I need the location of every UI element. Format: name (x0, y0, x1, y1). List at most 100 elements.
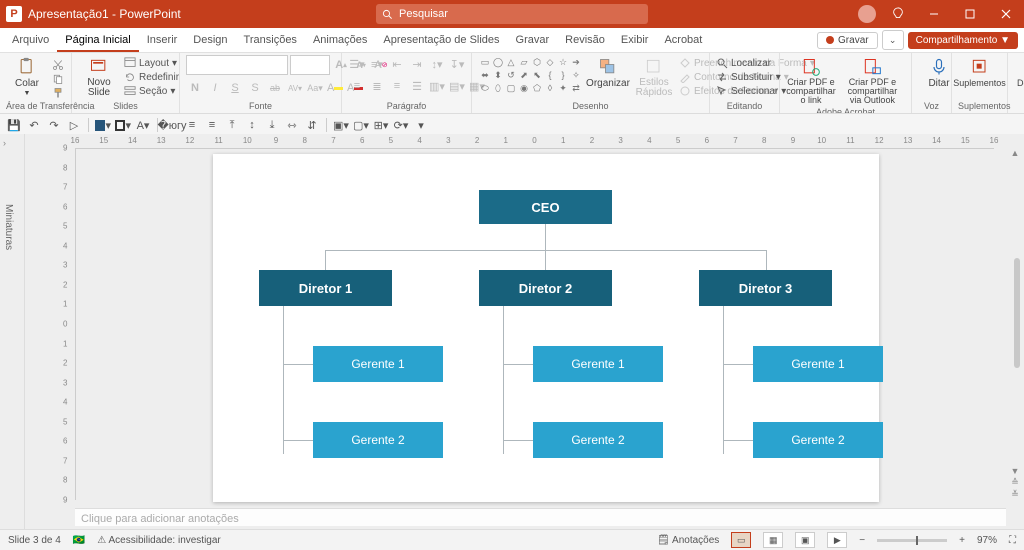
zoom-in-button[interactable]: + (959, 535, 965, 546)
qat-fill[interactable]: ▾ (95, 117, 111, 133)
notes-pane[interactable]: Clique para adicionar anotações (75, 508, 1006, 526)
find-button[interactable]: Localizar (716, 57, 786, 69)
view-sorter-button[interactable]: ▦ (763, 532, 783, 548)
align-text-button[interactable]: ▤▾ (448, 77, 466, 95)
numbering-button[interactable]: ≡▾ (368, 55, 386, 73)
user-avatar[interactable] (858, 5, 876, 23)
columns-button[interactable]: ▥▾ (428, 77, 446, 95)
chevron-right-icon[interactable]: › (3, 138, 6, 148)
fit-window-button[interactable]: ⛶ (1009, 535, 1016, 546)
qat-save[interactable]: 💾 (6, 117, 22, 133)
lang-indicator[interactable]: 🇧🇷 (73, 535, 85, 546)
acrobat-outlook-button[interactable]: Criar PDF e compartilhar via Outlook (840, 55, 905, 107)
org-node-manager[interactable]: Gerente 1 (753, 346, 883, 382)
change-case-button[interactable]: Aa▾ (306, 79, 324, 97)
zoom-slider[interactable] (877, 539, 947, 542)
qat-align-bot[interactable]: ⤓ (264, 117, 280, 133)
vertical-scrollbar[interactable]: ▲ ▼ ≙ ≚ (1008, 148, 1022, 500)
underline-button[interactable]: S (226, 79, 244, 97)
org-node-manager[interactable]: Gerente 2 (313, 422, 443, 458)
qat-align-mid[interactable]: ↕ (244, 117, 260, 133)
qat-bring-front[interactable]: ▣▾ (333, 117, 349, 133)
qat-redo[interactable]: ↷ (46, 117, 62, 133)
indent-inc-button[interactable]: ⇥ (408, 55, 426, 73)
align-right-button[interactable]: ≡ (388, 77, 406, 95)
qat-group[interactable]: ⊞▾ (373, 117, 389, 133)
layout-button[interactable]: Layout ▾ (124, 57, 179, 69)
shapes-gallery[interactable]: ▭◯△▱⬡◇☆➔ ⬌⬍↺⬈⬉{}✧ ⬭⬯▢◉⬠◊✦⇄ (478, 55, 583, 95)
align-center-button[interactable]: ≣ (368, 77, 386, 95)
slide-counter[interactable]: Slide 3 de 4 (8, 535, 61, 546)
select-button[interactable]: Selecionar ▾ (716, 85, 786, 97)
italic-button[interactable]: I (206, 79, 224, 97)
notes-toggle[interactable]: 🗒 Anotações (657, 535, 719, 546)
arrange-button[interactable]: Organizar (587, 55, 629, 91)
qat-align-left[interactable]: �югу (164, 117, 180, 133)
maximize-button[interactable] (952, 0, 988, 28)
bullets-button[interactable]: ☰▾ (348, 55, 366, 73)
tab-design[interactable]: Design (185, 30, 235, 52)
view-slideshow-button[interactable]: ▶ (827, 532, 847, 548)
tab-transicoes[interactable]: Transições (236, 30, 305, 52)
scroll-up-icon[interactable]: ▲ (1010, 148, 1020, 158)
format-painter-button[interactable] (52, 87, 64, 99)
org-node-manager[interactable]: Gerente 1 (533, 346, 663, 382)
qat-outline[interactable]: ▾ (115, 117, 131, 133)
org-node-director-3[interactable]: Diretor 3 (699, 270, 832, 306)
qat-send-back[interactable]: ▢▾ (353, 117, 369, 133)
tab-pagina-inicial[interactable]: Página Inicial (57, 30, 138, 52)
qat-align-center[interactable]: ≡ (184, 117, 200, 133)
new-slide-button[interactable]: Novo Slide (78, 55, 120, 100)
quick-styles-button[interactable]: Estilos Rápidos (633, 55, 675, 100)
copy-button[interactable] (52, 73, 64, 85)
minimize-button[interactable] (916, 0, 952, 28)
qat-rotate[interactable]: ⟳▾ (393, 117, 409, 133)
qat-more[interactable]: ▾ (413, 117, 429, 133)
view-reading-button[interactable]: ▣ (795, 532, 815, 548)
scroll-thumb[interactable] (1014, 258, 1020, 368)
section-button[interactable]: Seção ▾ (124, 85, 179, 97)
paste-button[interactable]: Colar▼ (6, 55, 48, 99)
search-box[interactable]: Pesquisar (376, 4, 648, 24)
bold-button[interactable]: N (186, 79, 204, 97)
qat-align-top[interactable]: ⤒ (224, 117, 240, 133)
replace-button[interactable]: Substituir ▾ (716, 71, 786, 83)
thumbnail-pane[interactable]: › Miniaturas (0, 134, 25, 530)
qat-dist-h[interactable]: ⇿ (284, 117, 300, 133)
shadow-button[interactable]: S (246, 79, 264, 97)
tab-acrobat[interactable]: Acrobat (656, 30, 710, 52)
close-button[interactable] (988, 0, 1024, 28)
slide-canvas[interactable]: CEO Diretor 1 Diretor 2 Diretor 3 Gerent… (213, 154, 879, 502)
char-spacing-button[interactable]: AV▾ (286, 79, 304, 97)
scroll-down-icon[interactable]: ▼ (1010, 466, 1020, 476)
org-node-ceo[interactable]: CEO (479, 190, 612, 224)
org-node-manager[interactable]: Gerente 2 (533, 422, 663, 458)
qat-undo[interactable]: ↶ (26, 117, 42, 133)
indent-dec-button[interactable]: ⇤ (388, 55, 406, 73)
reset-button[interactable]: Redefinir (124, 71, 179, 83)
org-node-manager[interactable]: Gerente 2 (753, 422, 883, 458)
org-node-director-1[interactable]: Diretor 1 (259, 270, 392, 306)
font-name-select[interactable] (186, 55, 288, 75)
tab-animacoes[interactable]: Animações (305, 30, 375, 52)
qat-align-right[interactable]: ≡ (204, 117, 220, 133)
accessibility-status[interactable]: ⚠ Acessibilidade: investigar (97, 535, 220, 546)
org-node-director-2[interactable]: Diretor 2 (479, 270, 612, 306)
org-node-manager[interactable]: Gerente 1 (313, 346, 443, 382)
tab-gravar[interactable]: Gravar (508, 30, 558, 52)
addins-button[interactable]: Suplementos (958, 55, 1001, 90)
tab-arquivo[interactable]: Arquivo (4, 30, 57, 52)
designer-button[interactable]: Designer (1014, 55, 1024, 90)
line-spacing-button[interactable]: ↕▾ (428, 55, 446, 73)
prev-slide-icon[interactable]: ≙ (1010, 477, 1020, 488)
tab-inserir[interactable]: Inserir (139, 30, 186, 52)
next-slide-icon[interactable]: ≚ (1010, 489, 1020, 500)
tab-revisao[interactable]: Revisão (557, 30, 613, 52)
font-size-select[interactable] (290, 55, 330, 75)
coming-soon-icon[interactable] (880, 0, 916, 28)
view-normal-button[interactable]: ▭ (731, 532, 751, 548)
qat-start[interactable]: ▷ (66, 117, 82, 133)
align-left-button[interactable]: ≡ (348, 77, 366, 95)
tab-exibir[interactable]: Exibir (613, 30, 657, 52)
ribbon-options-button[interactable]: ⌄ (882, 30, 904, 50)
